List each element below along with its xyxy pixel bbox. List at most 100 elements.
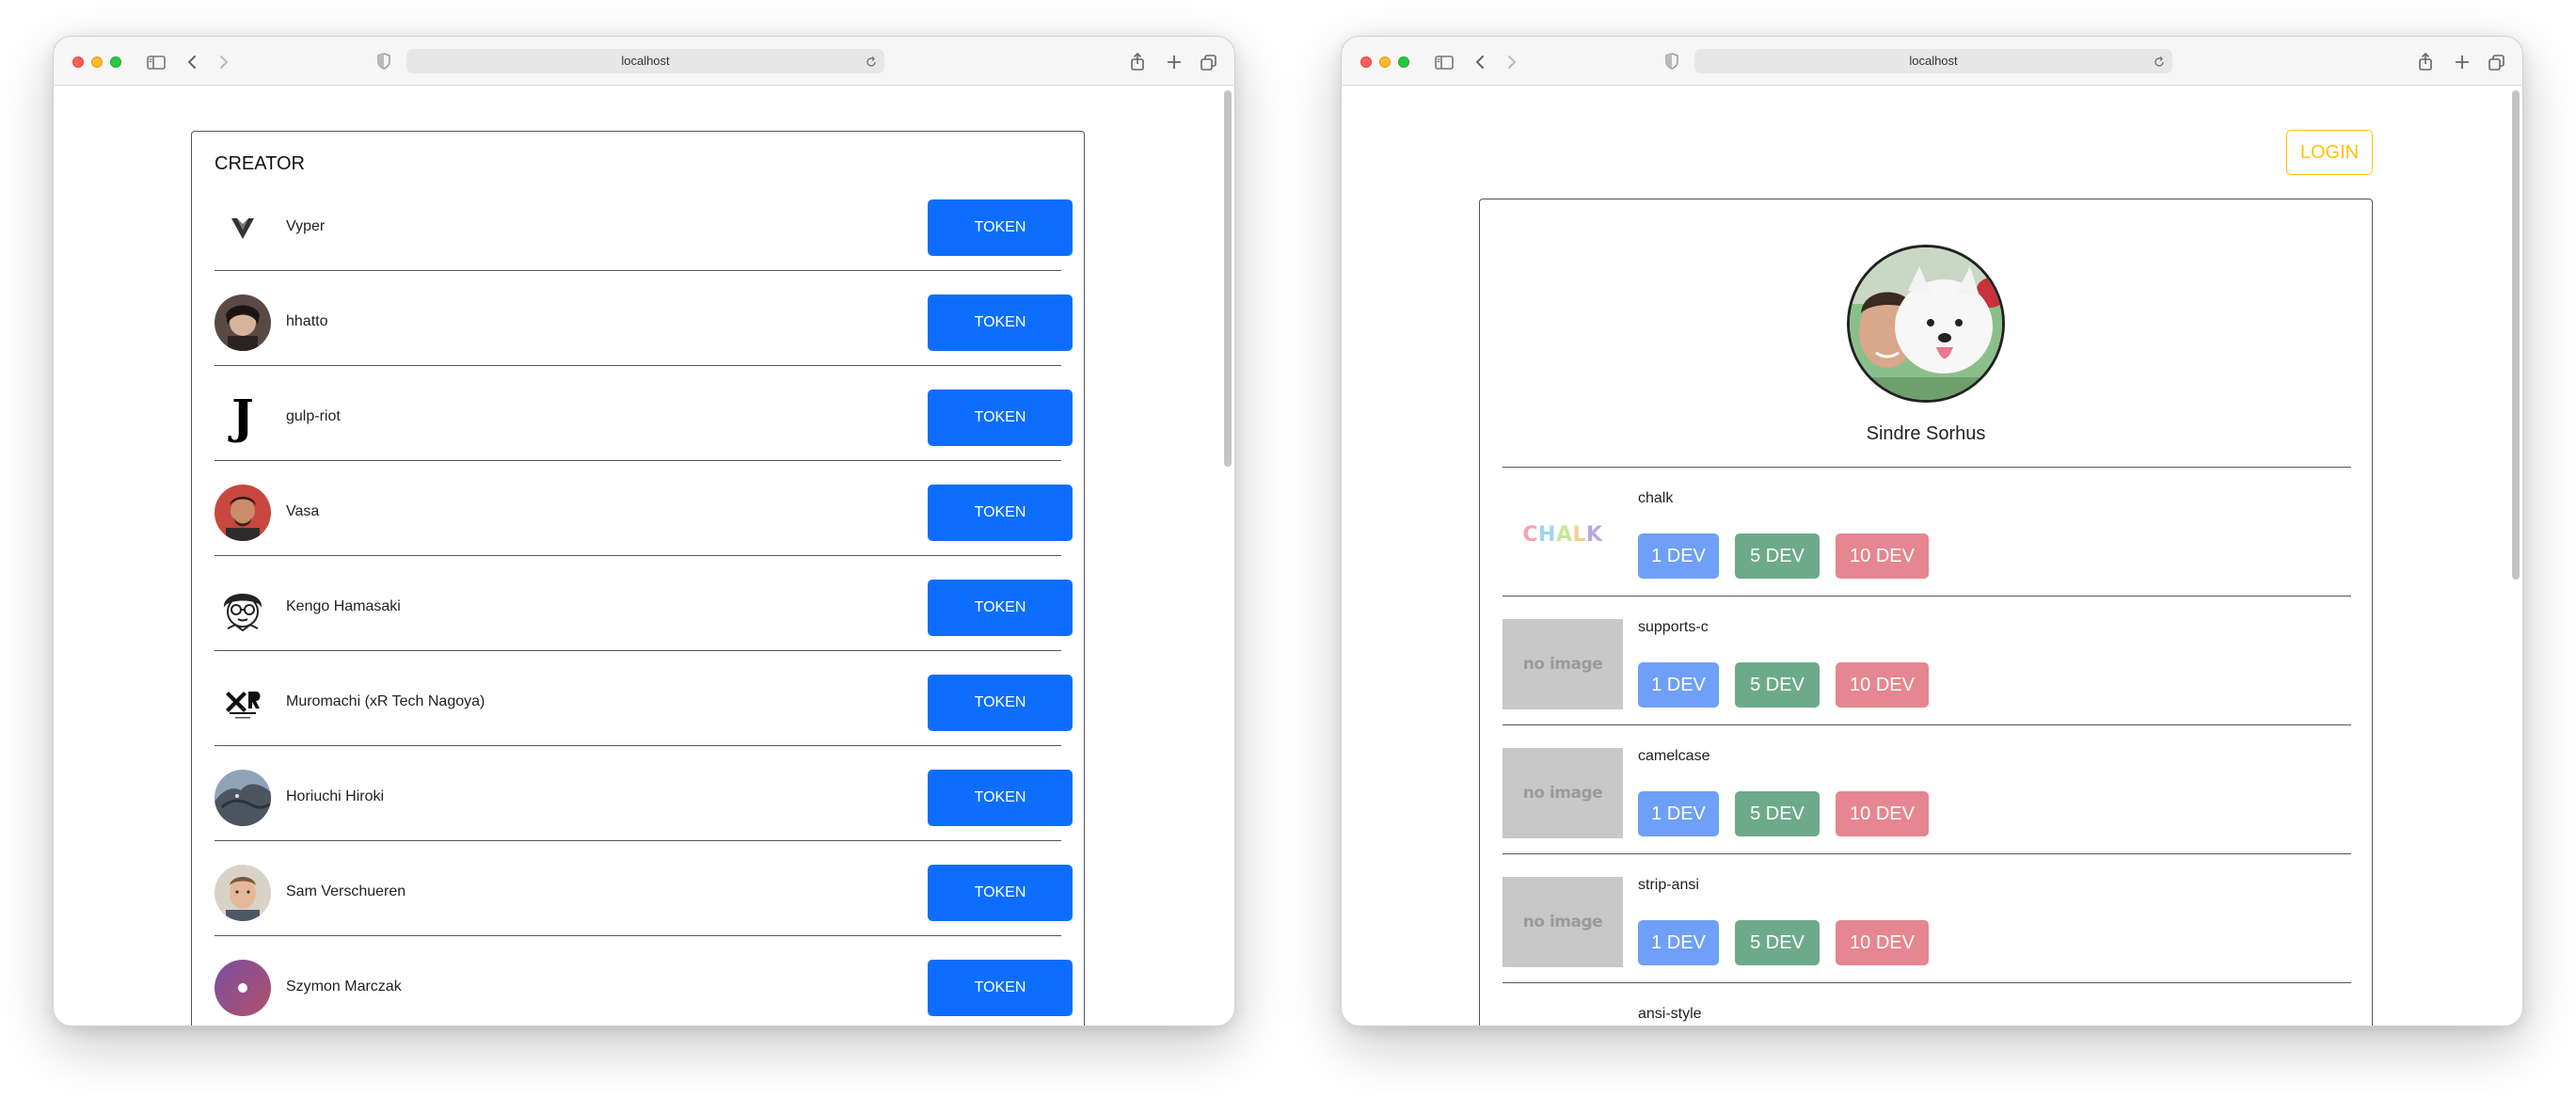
package-name: supports-c	[1638, 619, 1709, 635]
browser-window-profile: localhost LOGIN Sindre Sorhus CHALK chal…	[1341, 36, 2523, 1026]
token-button[interactable]: TOKEN	[928, 770, 1073, 826]
creator-name: Muromachi (xR Tech Nagoya)	[286, 693, 485, 709]
blackletter-j-icon: J	[215, 390, 271, 446]
zoom-window-button[interactable]	[1398, 56, 1409, 68]
token-button[interactable]: TOKEN	[928, 199, 1073, 256]
minimize-window-button[interactable]	[1379, 56, 1391, 68]
creator-row: Sam Verschueren TOKEN	[215, 841, 1073, 936]
cartoon-face-icon	[215, 580, 271, 636]
creator-name: Vasa	[286, 503, 320, 519]
creator-row: Horiuchi Hiroki TOKEN	[215, 746, 1073, 841]
package-row: ansi-style	[1503, 982, 2351, 1026]
address-text: localhost	[1909, 54, 1958, 68]
login-button[interactable]: LOGIN	[2286, 130, 2373, 175]
creator-name: Sam Verschueren	[286, 883, 406, 899]
profile-name: Sindre Sorhus	[1866, 423, 1986, 444]
sidebar-icon[interactable]	[144, 50, 168, 74]
new-tab-icon[interactable]	[1162, 50, 1186, 74]
donate-5-dev-button[interactable]: 5 DEV	[1735, 791, 1820, 836]
token-button[interactable]: TOKEN	[928, 960, 1073, 1016]
vyper-logo-icon	[215, 199, 271, 256]
package-name: camelcase	[1638, 748, 1710, 764]
svg-text:J: J	[228, 390, 254, 444]
scrollbar[interactable]	[1224, 90, 1232, 467]
creator-name: Kengo Hamasaki	[286, 598, 401, 614]
creator-row: Muromachi (xR Tech Nagoya) TOKEN	[215, 651, 1073, 746]
creator-row: Vyper TOKEN	[215, 176, 1073, 271]
creator-row: Kengo Hamasaki TOKEN	[215, 556, 1073, 651]
user-avatar	[215, 865, 271, 921]
privacy-shield-icon[interactable]	[374, 51, 394, 72]
creator-name: Vyper	[286, 218, 326, 234]
creator-row: J gulp-riot TOKEN	[215, 366, 1073, 461]
package-thumbnail: no image	[1503, 619, 1623, 709]
creator-row: hhatto TOKEN	[215, 271, 1073, 366]
close-window-button[interactable]	[72, 56, 84, 68]
package-name: ansi-style	[1638, 1006, 1702, 1022]
chalk-logo: CHALK	[1522, 523, 1603, 547]
creator-name: gulp-riot	[286, 408, 341, 424]
token-button[interactable]: TOKEN	[928, 294, 1073, 351]
tab-overview-icon[interactable]	[1197, 50, 1221, 74]
user-avatar	[215, 485, 271, 541]
creator-heading: CREATOR	[215, 153, 305, 174]
package-name: chalk	[1638, 490, 1674, 506]
donate-1-dev-button[interactable]: 1 DEV	[1638, 533, 1719, 579]
address-text: localhost	[621, 54, 670, 68]
donate-5-dev-button[interactable]: 5 DEV	[1735, 533, 1820, 579]
token-button[interactable]: TOKEN	[928, 865, 1073, 921]
profile-card: Sindre Sorhus CHALK chalk 1 DEV 5 DEV 10…	[1479, 199, 2373, 1026]
scrollbar[interactable]	[2512, 90, 2520, 580]
close-window-button[interactable]	[1360, 56, 1372, 68]
address-bar[interactable]: localhost	[1694, 49, 2172, 73]
donate-10-dev-button[interactable]: 10 DEV	[1836, 920, 1929, 965]
creator-list-card: CREATOR Vyper TOKEN hhatto TOKEN J gulp-…	[191, 131, 1085, 1026]
token-button[interactable]: TOKEN	[928, 675, 1073, 731]
share-icon[interactable]	[2413, 50, 2438, 74]
back-icon[interactable]	[180, 50, 204, 74]
token-button[interactable]: TOKEN	[928, 485, 1073, 541]
zoom-window-button[interactable]	[110, 56, 121, 68]
package-row: no image strip-ansi 1 DEV 5 DEV 10 DEV	[1503, 853, 2351, 982]
creator-name: hhatto	[286, 313, 328, 329]
donate-5-dev-button[interactable]: 5 DEV	[1735, 662, 1820, 708]
sidebar-icon[interactable]	[1432, 50, 1456, 74]
page-content: LOGIN Sindre Sorhus CHALK chalk 1 DEV 5 …	[1342, 87, 2522, 1026]
donate-10-dev-button[interactable]: 10 DEV	[1836, 662, 1929, 708]
browser-window-creators: localhost CREATOR Vyper TOKEN hhatto TOK…	[53, 36, 1235, 1026]
forward-icon[interactable]	[212, 50, 236, 74]
browser-toolbar: localhost	[54, 37, 1234, 86]
token-button[interactable]: TOKEN	[928, 390, 1073, 446]
creator-name: Szymon Marczak	[286, 979, 402, 995]
donate-10-dev-button[interactable]: 10 DEV	[1836, 533, 1929, 579]
back-icon[interactable]	[1468, 50, 1492, 74]
privacy-shield-icon[interactable]	[1662, 51, 1682, 72]
creator-row: Szymon Marczak TOKEN	[215, 936, 1073, 1026]
package-row: no image supports-c 1 DEV 5 DEV 10 DEV	[1503, 596, 2351, 724]
package-thumbnail: no image	[1503, 748, 1623, 838]
donate-1-dev-button[interactable]: 1 DEV	[1638, 791, 1719, 836]
creator-name: Horiuchi Hiroki	[286, 788, 385, 804]
xr-logo-icon	[215, 675, 271, 731]
donate-5-dev-button[interactable]: 5 DEV	[1735, 920, 1820, 965]
package-row: no image camelcase 1 DEV 5 DEV 10 DEV	[1503, 724, 2351, 853]
creator-row: Vasa TOKEN	[215, 461, 1073, 556]
donate-1-dev-button[interactable]: 1 DEV	[1638, 920, 1719, 965]
reload-icon[interactable]	[864, 54, 879, 69]
reload-icon[interactable]	[2152, 54, 2167, 69]
browser-toolbar: localhost	[1342, 37, 2522, 86]
package-row: CHALK chalk 1 DEV 5 DEV 10 DEV	[1503, 467, 2351, 596]
page-content: CREATOR Vyper TOKEN hhatto TOKEN J gulp-…	[54, 87, 1234, 1026]
donate-10-dev-button[interactable]: 10 DEV	[1836, 791, 1929, 836]
profile-avatar	[1847, 245, 2005, 403]
forward-icon[interactable]	[1500, 50, 1524, 74]
share-icon[interactable]	[1125, 50, 1150, 74]
minimize-window-button[interactable]	[91, 56, 103, 68]
tab-overview-icon[interactable]	[2485, 50, 2509, 74]
token-button[interactable]: TOKEN	[928, 580, 1073, 636]
dragon-photo	[215, 770, 271, 826]
package-name: strip-ansi	[1638, 877, 1699, 893]
donate-1-dev-button[interactable]: 1 DEV	[1638, 662, 1719, 708]
new-tab-icon[interactable]	[2450, 50, 2474, 74]
address-bar[interactable]: localhost	[406, 49, 884, 73]
